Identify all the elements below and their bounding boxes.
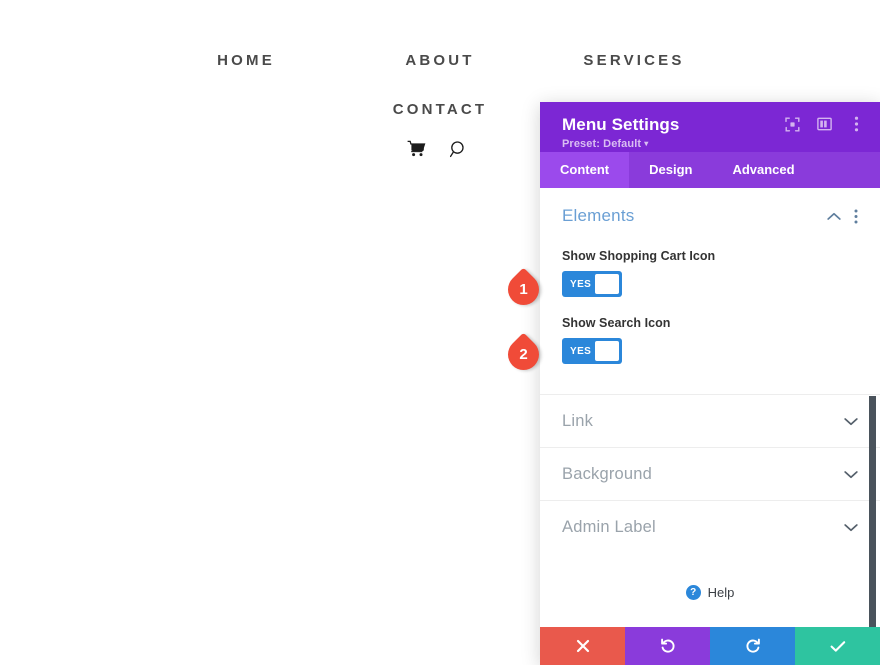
modal-body: Elements Show Shopping Cart Icon YES Sho… bbox=[540, 188, 880, 627]
modal-header: Menu Settings Preset: Default ▾ bbox=[540, 102, 880, 152]
toggle-knob bbox=[595, 341, 619, 361]
menu-settings-modal: Menu Settings Preset: Default ▾ Content … bbox=[540, 102, 880, 665]
nav-slot-spacer-left bbox=[149, 101, 343, 119]
elements-section: Elements bbox=[540, 188, 880, 230]
site-nav-row-primary: HOME ABOUT SERVICES bbox=[0, 52, 880, 70]
chevron-down-icon: ▾ bbox=[644, 139, 649, 148]
annotation-marker-2: 2 bbox=[501, 332, 554, 377]
modal-footer bbox=[540, 627, 880, 665]
nav-link-about[interactable]: ABOUT bbox=[405, 52, 474, 69]
toggle-show-shopping-cart-icon[interactable]: YES bbox=[562, 271, 622, 297]
nav-slot-home: HOME bbox=[149, 52, 343, 70]
section-background[interactable]: Background bbox=[540, 447, 880, 500]
nav-slot-services: SERVICES bbox=[537, 52, 731, 70]
section-admin-label[interactable]: Admin Label bbox=[540, 500, 880, 553]
layout-view-icon[interactable] bbox=[816, 116, 832, 132]
panel-scrollbar[interactable] bbox=[869, 396, 876, 627]
annotation-marker-number: 2 bbox=[519, 346, 528, 363]
shopping-cart-icon[interactable] bbox=[405, 138, 427, 160]
field-show-shopping-cart-icon: Show Shopping Cart Icon YES bbox=[540, 249, 880, 297]
preset-selector[interactable]: Preset: Default ▾ bbox=[562, 138, 860, 150]
elements-section-title: Elements bbox=[562, 206, 635, 225]
modal-tabs: Content Design Advanced bbox=[540, 152, 880, 188]
help-icon: ? bbox=[685, 585, 701, 600]
nav-slot-about: ABOUT bbox=[343, 52, 537, 70]
section-link-title: Link bbox=[562, 411, 594, 430]
chevron-down-icon bbox=[844, 417, 858, 426]
field-label: Show Search Icon bbox=[562, 316, 671, 330]
search-icon[interactable] bbox=[447, 138, 469, 160]
redo-button[interactable] bbox=[710, 627, 795, 665]
nav-icons-group bbox=[340, 138, 534, 160]
tab-design[interactable]: Design bbox=[629, 152, 712, 188]
elements-section-actions bbox=[827, 209, 858, 224]
field-show-search-icon: Show Search Icon YES bbox=[540, 316, 880, 364]
tab-advanced[interactable]: Advanced bbox=[712, 152, 814, 188]
nav-link-contact[interactable]: CONTACT bbox=[393, 101, 488, 118]
modal-header-actions bbox=[784, 116, 864, 132]
section-admin-label-title: Admin Label bbox=[562, 517, 656, 536]
toggle-knob bbox=[595, 274, 619, 294]
chevron-down-icon bbox=[844, 523, 858, 532]
undo-button[interactable] bbox=[625, 627, 710, 665]
nav-slot-contact: CONTACT bbox=[343, 101, 537, 119]
cancel-button[interactable] bbox=[540, 627, 625, 665]
nav-link-services[interactable]: SERVICES bbox=[583, 52, 684, 69]
toggle-value-label: YES bbox=[570, 345, 592, 357]
section-link[interactable]: Link bbox=[540, 394, 880, 447]
elements-section-header[interactable]: Elements bbox=[562, 206, 858, 226]
toggle-show-search-icon[interactable]: YES bbox=[562, 338, 622, 364]
tab-content[interactable]: Content bbox=[540, 152, 630, 188]
section-background-title: Background bbox=[562, 464, 653, 483]
more-options-icon[interactable] bbox=[848, 116, 864, 132]
nav-icons-spacer-left bbox=[131, 138, 325, 160]
save-button[interactable] bbox=[795, 627, 880, 665]
annotation-marker-1: 1 bbox=[501, 267, 554, 312]
chevron-down-icon bbox=[844, 470, 858, 479]
preset-label: Preset: Default bbox=[562, 138, 642, 150]
nav-link-home[interactable]: HOME bbox=[217, 52, 275, 69]
annotation-marker-number: 1 bbox=[519, 281, 528, 298]
more-options-icon[interactable] bbox=[854, 209, 858, 224]
toggle-value-label: YES bbox=[570, 278, 592, 290]
chevron-up-icon[interactable] bbox=[827, 212, 841, 221]
help-label: Help bbox=[707, 585, 735, 600]
help-link[interactable]: ? Help bbox=[540, 585, 880, 600]
focus-mode-icon[interactable] bbox=[784, 116, 800, 132]
field-label: Show Shopping Cart Icon bbox=[562, 249, 716, 263]
